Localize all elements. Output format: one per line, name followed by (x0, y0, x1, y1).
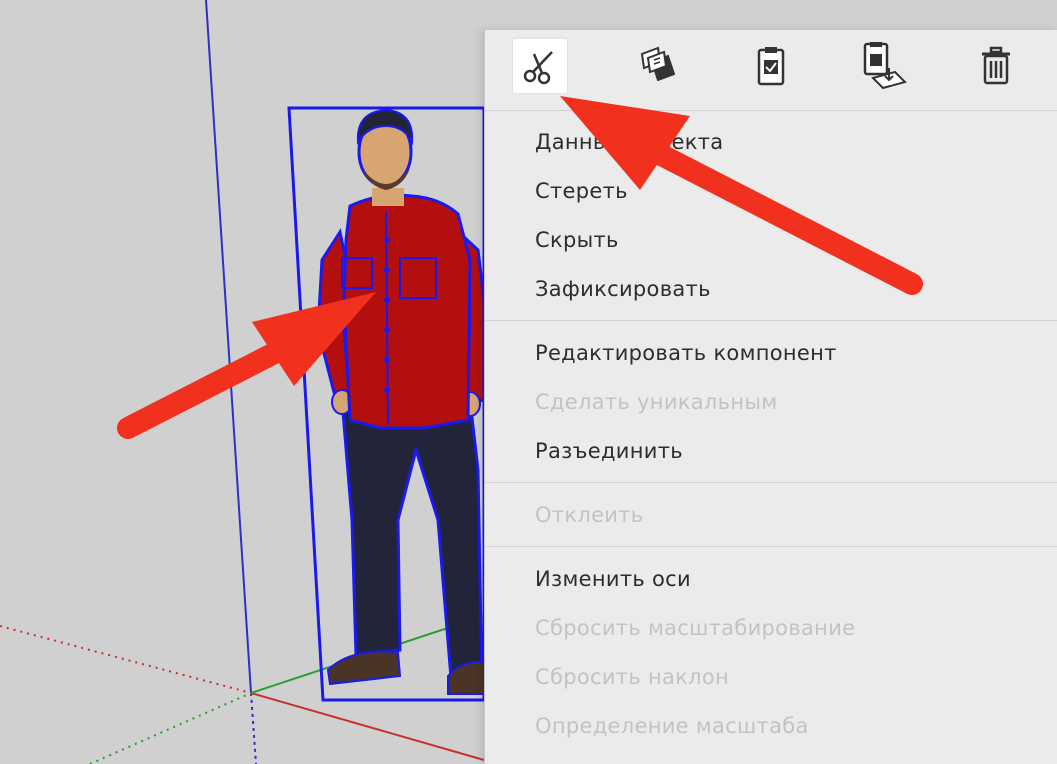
menu-separator (485, 320, 1057, 321)
context-menu: Данные объекта Стереть Скрыть Зафиксиров… (484, 30, 1057, 764)
red-axis-dotted (0, 625, 252, 694)
menu-item-reset-skew: Сбросить наклон (535, 664, 730, 689)
person-pants (340, 398, 484, 692)
trash-icon (982, 46, 1010, 85)
context-menu-toolbar (485, 30, 1057, 111)
menu-item-change-axes[interactable]: Изменить оси (485, 554, 1057, 603)
menu-item-entity-info[interactable]: Данные объекта (485, 117, 1057, 166)
person-component (316, 108, 486, 695)
paste-in-place-icon (863, 42, 907, 90)
menu-item-erase[interactable]: Стереть (485, 166, 1057, 215)
paste-button[interactable] (743, 38, 799, 94)
paste-in-place-button[interactable] (855, 38, 911, 94)
paste-icon (757, 47, 785, 86)
menu-item-lock[interactable]: Зафиксировать (485, 264, 1057, 313)
menu-item-edit-component[interactable]: Редактировать компонент (485, 328, 1057, 377)
3d-viewport[interactable]: Данные объекта Стереть Скрыть Зафиксиров… (0, 0, 1057, 764)
person-shirt (342, 193, 472, 430)
cut-button[interactable] (512, 38, 568, 94)
copy-button[interactable] (630, 38, 686, 94)
menu-separator (485, 546, 1057, 547)
menu-item-make-unique: Сделать уникальным (535, 389, 778, 414)
scissors-icon (523, 51, 553, 85)
blue-axis-line (205, 0, 252, 694)
menu-item-unglue: Отклеить (535, 502, 644, 527)
green-axis-dotted (89, 692, 252, 764)
menu-item-reset-scale: Сбросить масштабирование (535, 615, 856, 640)
blue-axis-dotted (250, 692, 257, 764)
menu-separator (485, 482, 1057, 483)
menu-item-explode[interactable]: Разъединить (485, 426, 1057, 475)
menu-item-hide[interactable]: Скрыть (485, 215, 1057, 264)
delete-button[interactable] (968, 38, 1024, 94)
copy-icon (640, 46, 676, 82)
person-shoe-left (326, 650, 402, 686)
red-axis-line (250, 692, 485, 761)
menu-item-scale-definition: Определение масштаба (535, 713, 809, 738)
